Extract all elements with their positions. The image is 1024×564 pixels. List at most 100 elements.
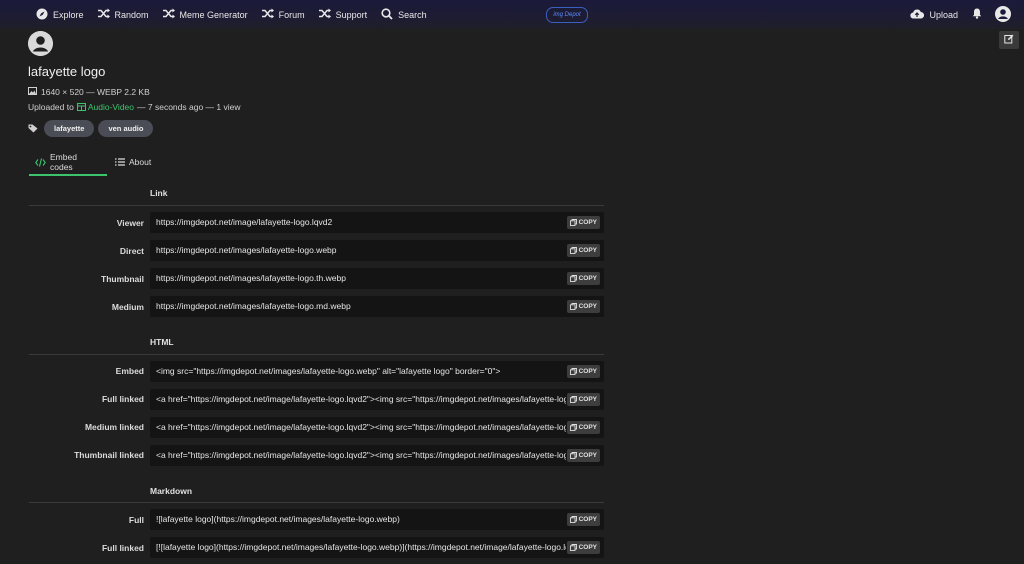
tab-embed-codes-label: Embed codes [50,152,77,172]
copy-button[interactable]: COPY [566,300,600,313]
list-icon [115,158,125,166]
site-logo[interactable]: img Depot [546,7,588,23]
image-meta: 1640 × 520 — WEBP 2.2 KB [28,87,150,97]
copy-icon [569,219,579,226]
copy-icon [569,303,579,310]
embed-code-text[interactable]: https://imgdepot.net/images/lafayette-lo… [156,240,566,261]
search-icon [381,7,398,22]
embed-code-field[interactable]: https://imgdepot.net/image/lafayette-log… [150,212,604,233]
copy-button[interactable]: COPY [566,513,600,526]
embed-code-field[interactable]: <img src="https://imgdepot.net/images/la… [150,361,604,382]
embed-code-text[interactable]: https://imgdepot.net/images/lafayette-lo… [156,296,566,317]
row-label: Direct [119,246,144,256]
tab-embed-codes[interactable]: Embed codes [29,150,107,176]
copy-label: COPY [578,396,597,403]
section-title-markdown: Markdown [150,486,193,496]
tag-icon [28,124,38,133]
shuffle-icon [261,8,279,21]
copy-icon [569,452,579,459]
copy-button[interactable]: COPY [566,244,600,257]
tag-chip[interactable]: ven audio [98,120,154,137]
nav-meme-generator[interactable]: Meme Generator [162,8,248,21]
row-label: Medium linked [84,422,144,432]
embed-code-field[interactable]: <a href="https://imgdepot.net/image/lafa… [150,445,604,466]
edit-icon [1004,34,1014,46]
shuffle-icon [318,8,336,21]
embed-code-field[interactable]: ![lafayette logo](https://imgdepot.net/i… [150,509,604,530]
tab-bar: Embed codes About [29,150,157,176]
row-label: Full linked [101,543,144,553]
nav-support[interactable]: Support [318,8,368,21]
copy-label: COPY [578,452,597,459]
embed-code-field[interactable]: https://imgdepot.net/images/lafayette-lo… [150,268,604,289]
copy-button[interactable]: COPY [566,216,600,229]
embed-code-field[interactable]: [![lafayette logo](https://imgdepot.net/… [150,537,604,558]
tab-about-label: About [129,157,152,167]
copy-icon [569,544,579,551]
embed-code-field[interactable]: https://imgdepot.net/images/lafayette-lo… [150,296,604,317]
upload-info: Uploaded to Audio-Video — 7 seconds ago … [28,102,241,112]
embed-code-text[interactable]: https://imgdepot.net/images/lafayette-lo… [156,268,566,289]
user-menu-button[interactable] [995,5,1016,24]
cloud-upload-icon [910,8,929,21]
upload-label: Upload [929,9,958,20]
upload-button[interactable]: Upload [910,8,958,21]
embed-code-text[interactable]: https://imgdepot.net/image/lafayette-log… [156,212,566,233]
bell-icon [972,8,987,21]
copy-button[interactable]: COPY [566,421,600,434]
copy-icon [569,424,579,431]
copy-label: COPY [578,247,597,254]
copy-button[interactable]: COPY [566,365,600,378]
album-link[interactable]: Audio-Video [88,102,134,112]
nav-random[interactable]: Random [97,8,149,21]
nav-explore-label: Explore [53,9,84,20]
album-icon [76,103,86,111]
user-avatar-icon [28,31,53,56]
copy-icon [569,275,579,282]
embed-code-field[interactable]: <a href="https://imgdepot.net/image/lafa… [150,417,604,438]
section-title-html: HTML [150,337,174,347]
embed-code-field[interactable]: https://imgdepot.net/images/lafayette-lo… [150,240,604,261]
row-label: Embed [115,366,144,376]
embed-code-text[interactable]: <img src="https://imgdepot.net/images/la… [156,361,566,382]
code-icon [35,157,46,167]
embed-code-text[interactable]: <a href="https://imgdepot.net/image/lafa… [156,417,566,438]
shuffle-icon [162,8,180,21]
image-icon [28,87,37,97]
notifications-button[interactable] [972,8,987,21]
nav-forum-label: Forum [278,9,305,20]
nav-search[interactable]: Search [381,7,427,22]
copy-icon [569,368,579,375]
row-label: Full linked [101,394,144,404]
embed-code-text[interactable]: <a href="https://imgdepot.net/image/lafa… [156,445,566,466]
copy-label: COPY [578,275,597,282]
embed-code-text[interactable]: [![lafayette logo](https://imgdepot.net/… [156,537,566,558]
nav-random-label: Random [114,9,149,20]
copy-label: COPY [578,424,597,431]
copy-label: COPY [578,544,597,551]
nav-search-label: Search [398,9,427,20]
copy-button[interactable]: COPY [566,449,600,462]
copy-label: COPY [578,303,597,310]
section-title-link: Link [150,188,168,198]
image-title: lafayette logo [28,64,106,79]
section-divider [29,354,604,355]
copy-icon [569,396,579,403]
tab-about[interactable]: About [109,150,157,174]
nav-support-label: Support [335,9,368,20]
nav-explore[interactable]: Explore [36,8,84,22]
edit-button[interactable] [999,31,1019,49]
tag-list: lafayette ven audio [28,120,154,137]
uploaded-prefix: Uploaded to [28,102,74,112]
site-logo-text: img Depot [553,12,581,18]
copy-button[interactable]: COPY [566,272,600,285]
embed-code-field[interactable]: <a href="https://imgdepot.net/image/lafa… [150,389,604,410]
tag-chip[interactable]: lafayette [44,120,95,137]
embed-code-text[interactable]: ![lafayette logo](https://imgdepot.net/i… [156,509,566,530]
nav-forum[interactable]: Forum [261,8,305,21]
embed-code-text[interactable]: <a href="https://imgdepot.net/image/lafa… [156,389,566,410]
uploader-avatar[interactable] [28,31,53,56]
copy-button[interactable]: COPY [566,393,600,406]
copy-icon [569,516,579,523]
copy-button[interactable]: COPY [566,541,600,554]
